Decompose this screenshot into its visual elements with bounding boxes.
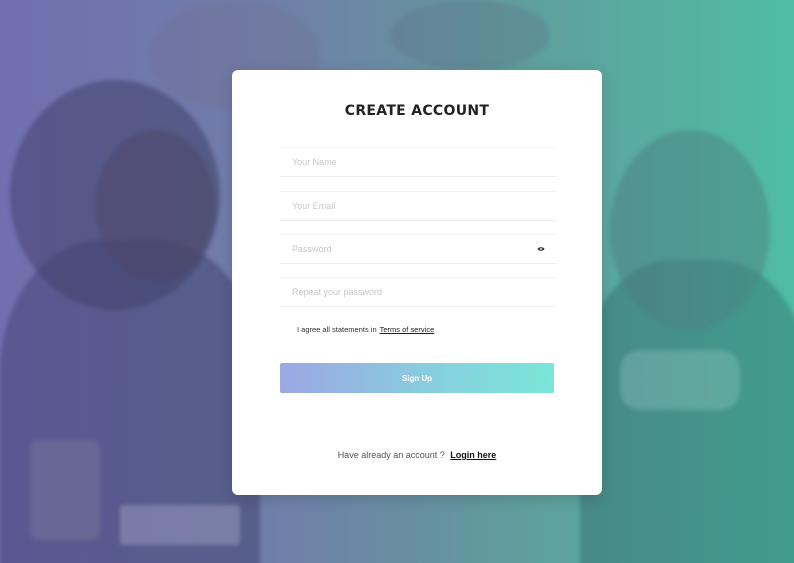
login-link[interactable]: Login here [450, 450, 496, 460]
login-prompt-text: Have already an account ? [337, 450, 445, 460]
terms-of-service-link[interactable]: Terms of service [380, 325, 435, 334]
sign-up-button[interactable]: Sign Up [280, 363, 554, 393]
login-prompt-row: Have already an account ? Login here [232, 450, 602, 460]
terms-agreement: I agree all statements in Terms of servi… [285, 325, 434, 334]
email-field[interactable] [280, 191, 556, 221]
signup-card: CREATE ACCOUNT I agree all statements in… [232, 70, 602, 495]
password-field[interactable] [280, 234, 556, 264]
eye-icon[interactable] [537, 246, 545, 252]
terms-checkbox[interactable] [285, 325, 293, 334]
agree-text: I agree all statements in [297, 325, 377, 334]
form-title: CREATE ACCOUNT [344, 103, 490, 119]
name-field[interactable] [280, 147, 556, 177]
repeat-password-field[interactable] [280, 277, 556, 307]
